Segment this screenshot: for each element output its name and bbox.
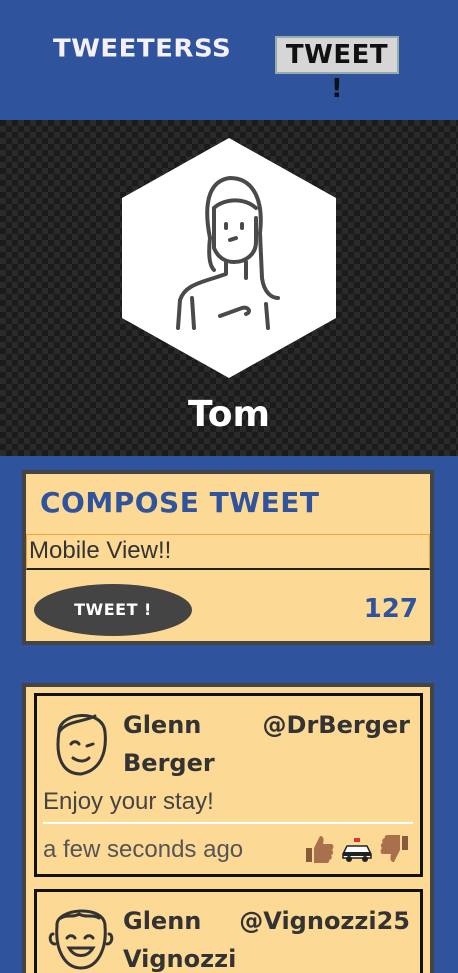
tweet-feed: Glenn Berger @DrBerger Enjoy your stay! …: [22, 683, 434, 973]
police-car-icon[interactable]: [340, 832, 374, 866]
top-nav: TWEETERSS TWEET !: [0, 0, 458, 120]
tweet-input[interactable]: Mobile View!!: [26, 534, 430, 570]
nav-tweet-button[interactable]: TWEET !: [275, 36, 399, 104]
user-avatar-icon: [56, 714, 107, 776]
tweet-card: Glenn Berger @DrBerger Enjoy your stay! …: [34, 693, 423, 877]
profile-header: Tom: [0, 120, 458, 456]
tweet-author-handle[interactable]: @DrBerger: [263, 706, 410, 744]
profile-name: Tom: [187, 394, 271, 435]
brand-logo[interactable]: TWEETERSS: [53, 35, 231, 64]
user-avatar-icon: [48, 909, 114, 970]
compose-title: COMPOSE TWEET: [40, 486, 320, 519]
compose-tweet-button[interactable]: TWEET !: [34, 584, 192, 636]
char-counter: 127: [363, 594, 418, 624]
thumbs-up-icon[interactable]: [302, 832, 336, 866]
tweet-card: Glenn Vignozzi @Vignozzi25: [34, 889, 423, 973]
tweet-actions: [302, 832, 412, 866]
tweet-divider: [43, 822, 413, 824]
user-avatar-icon: [122, 138, 336, 378]
tweet-body: Enjoy your stay!: [43, 788, 214, 815]
tweet-author-name[interactable]: Glenn Vignozzi: [123, 902, 236, 973]
tweet-timestamp: a few seconds ago: [43, 836, 244, 863]
tweet-author-name[interactable]: Glenn Berger: [123, 706, 233, 782]
compose-card: COMPOSE TWEET Mobile View!! TWEET ! 127: [22, 470, 434, 645]
tweet-author-handle[interactable]: @Vignozzi25: [239, 902, 410, 940]
thumbs-down-icon[interactable]: [378, 832, 412, 866]
